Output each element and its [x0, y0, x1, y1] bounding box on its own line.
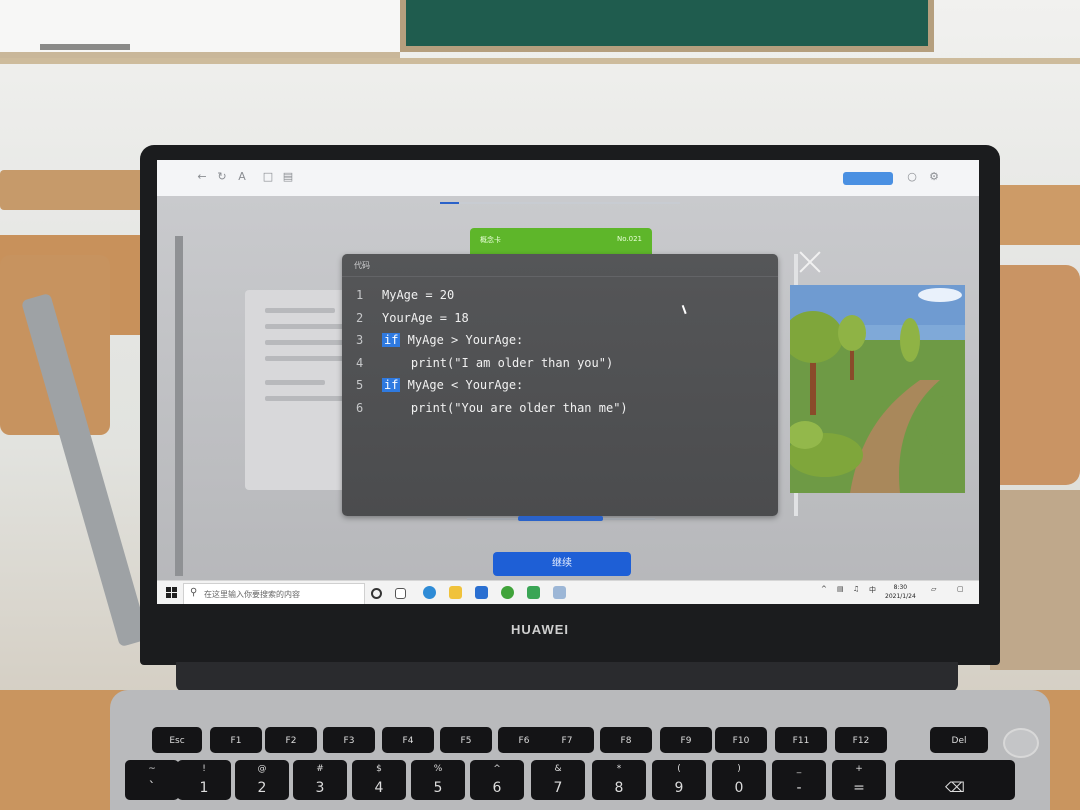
key-row-number[interactable]: + = — [832, 760, 886, 800]
key-esc[interactable]: Esc — [152, 727, 202, 753]
key-label: 9 — [674, 780, 684, 796]
key-del[interactable]: Del — [930, 727, 988, 753]
key-label: 0 — [734, 780, 744, 796]
key-row-number[interactable]: ~ ` — [125, 760, 179, 800]
key-row-number[interactable]: #3 — [293, 760, 347, 800]
key-label: 1 — [199, 780, 209, 796]
key-row-number[interactable]: @2 — [235, 760, 289, 800]
key-label: F11 — [792, 736, 810, 746]
key-f3[interactable]: F3 — [323, 727, 375, 753]
key-row-number[interactable]: % 5 — [411, 760, 465, 800]
key-shift-label: & — [554, 764, 562, 774]
key-shift-label: ! — [202, 764, 206, 774]
key-shift-label: ( — [677, 764, 681, 774]
key-f2[interactable]: F2 — [265, 727, 317, 753]
key-label: F4 — [402, 736, 414, 746]
key-f1[interactable]: F1 — [210, 727, 262, 753]
key-f12[interactable]: F12 — [835, 727, 887, 753]
key-label: F1 — [230, 736, 242, 746]
key-label: F5 — [460, 736, 472, 746]
key-shift-label: _ — [796, 764, 802, 774]
key-label: F2 — [285, 736, 297, 746]
key-label: F12 — [852, 736, 870, 746]
key-label: = — [853, 780, 865, 796]
key-label: F3 — [343, 736, 355, 746]
key-label: F8 — [620, 736, 632, 746]
key-label: 5 — [433, 780, 443, 796]
key-row-number[interactable]: (9 — [652, 760, 706, 800]
key-shift-label: % — [433, 764, 443, 774]
keyboard: Esc F1 F2 F3 F4 F5 F6 F7 F8 F9 F10 F11 F12 Del ~ `! 1 @2 #… — [0, 0, 1080, 810]
key-label: ⌫ — [945, 780, 965, 796]
key-shift-label: ) — [737, 764, 741, 774]
key-row-number[interactable]: & 7 — [531, 760, 585, 800]
key-shift-label: + — [855, 764, 863, 774]
key-row-number[interactable]: ⌫ — [895, 760, 1015, 800]
key-label: 4 — [374, 780, 384, 796]
key-row-number[interactable]: ) 0 — [712, 760, 766, 800]
key-shift-label: * — [616, 764, 622, 774]
key-label: 6 — [492, 780, 502, 796]
key-label: F9 — [680, 736, 692, 746]
power-button[interactable] — [1003, 728, 1039, 758]
key-label: 2 — [257, 780, 267, 796]
key-label: F10 — [732, 736, 750, 746]
key-row-number[interactable]: $4 — [352, 760, 406, 800]
key-label: 8 — [614, 780, 624, 796]
key-f7[interactable]: F7 — [540, 727, 594, 753]
key-label: ` — [148, 780, 156, 796]
key-row-number[interactable]: ^ 6 — [470, 760, 524, 800]
key-shift-label: ~ — [148, 764, 156, 774]
key-f10[interactable]: F10 — [715, 727, 767, 753]
key-f9[interactable]: F9 — [660, 727, 712, 753]
key-f5[interactable]: F5 — [440, 727, 492, 753]
key-shift-label: @ — [257, 764, 267, 774]
key-label: Esc — [169, 736, 185, 746]
key-f4[interactable]: F4 — [382, 727, 434, 753]
key-f11[interactable]: F11 — [775, 727, 827, 753]
key-label: - — [796, 780, 802, 796]
key-shift-label: ^ — [493, 764, 501, 774]
key-label: 7 — [553, 780, 563, 796]
key-shift-label: $ — [376, 764, 382, 774]
key-label: F7 — [561, 736, 573, 746]
key-f8[interactable]: F8 — [600, 727, 652, 753]
key-shift-label: # — [316, 764, 324, 774]
key-label: Del — [951, 736, 967, 746]
key-row-number[interactable]: * 8 — [592, 760, 646, 800]
key-row-number[interactable]: ! 1 — [177, 760, 231, 800]
key-label: 3 — [315, 780, 325, 796]
key-row-number[interactable]: _ - — [772, 760, 826, 800]
